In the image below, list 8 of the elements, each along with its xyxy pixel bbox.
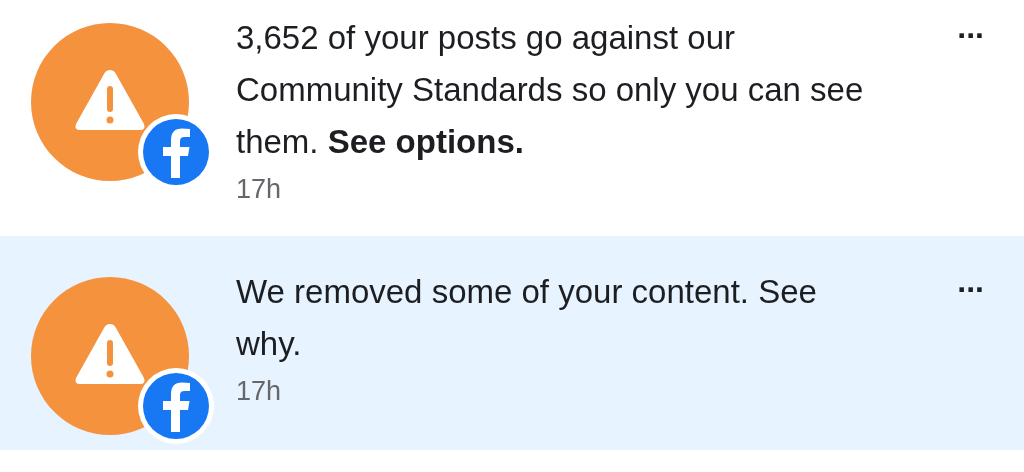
more-options-button[interactable]: ... bbox=[957, 266, 984, 296]
more-options-button[interactable]: ... bbox=[957, 12, 984, 42]
timestamp: 17h bbox=[236, 376, 283, 407]
timestamp: 17h bbox=[236, 174, 283, 205]
notification-text: We removed some of your content. See why. bbox=[236, 272, 818, 364]
facebook-badge-icon bbox=[136, 366, 216, 446]
notification-item[interactable]: We removed some of your content. See why. 17h ... bbox=[0, 236, 1024, 450]
notification-text: 3,652 of your posts go against our Community Standards so only you can see them. See options. bbox=[236, 18, 865, 162]
